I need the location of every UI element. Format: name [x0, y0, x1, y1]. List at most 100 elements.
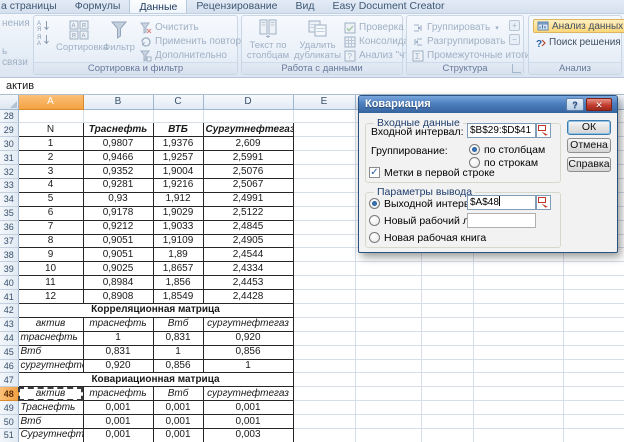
cell-B38[interactable]: 0,9051 [82, 247, 154, 263]
cell-D29[interactable]: Сургутнефтегаз [202, 122, 294, 138]
cell-D35[interactable]: 2,5122 [202, 205, 294, 221]
cell-C39[interactable]: 1,8657 [152, 261, 204, 277]
cell-A38[interactable]: 9 [17, 247, 84, 263]
cell-B37[interactable]: 0,9051 [82, 233, 154, 249]
cell-H43[interactable] [473, 317, 564, 332]
cell-A35[interactable]: 6 [17, 205, 84, 221]
matrix-title-correlation[interactable]: Корреляционная матрица [17, 302, 294, 318]
cell-B32[interactable]: 0,9352 [82, 164, 154, 179]
cell-I51[interactable] [563, 428, 624, 442]
row-header-47[interactable]: 47 [0, 372, 19, 388]
cell-C49[interactable]: 0,001 [152, 400, 204, 416]
cell-F51[interactable] [355, 428, 422, 442]
cell-A39[interactable]: 10 [17, 261, 84, 277]
cell-E45[interactable] [293, 345, 356, 360]
cell-E36[interactable] [293, 220, 356, 235]
cell-C29[interactable]: ВТБ [152, 122, 204, 138]
cell-C36[interactable]: 1,9033 [152, 219, 204, 235]
cell-G49[interactable] [421, 400, 474, 416]
cell-F50[interactable] [355, 414, 422, 429]
cell-B34[interactable]: 0,93 [82, 191, 154, 207]
cell-F49[interactable] [355, 400, 422, 416]
col-header-A[interactable]: A [18, 95, 84, 110]
cell-F41[interactable] [355, 289, 422, 304]
cell-B45[interactable]: 0,831 [82, 344, 154, 360]
cell-C51[interactable]: 0,001 [152, 427, 204, 442]
cell-C31[interactable]: 1,9257 [152, 150, 204, 166]
row-header-37[interactable]: 37 [0, 234, 19, 249]
cell-F45[interactable] [355, 345, 422, 360]
dialog-title-bar[interactable]: Ковариация ? ✕ [359, 96, 617, 113]
cell-C50[interactable]: 0,001 [152, 414, 204, 429]
cell-D44[interactable]: 0,920 [202, 330, 294, 346]
col-header-C[interactable]: C [153, 95, 204, 110]
row-header-34[interactable]: 34 [0, 192, 19, 207]
sort-desc-button[interactable]: ЯА [37, 33, 50, 49]
cell-B48[interactable]: траснефть [82, 386, 154, 402]
cell-C37[interactable]: 1,9109 [152, 233, 204, 249]
row-header-42[interactable]: 42 [0, 303, 19, 318]
cell-D51[interactable]: 0,003 [202, 427, 294, 442]
radio-new-worksheet[interactable] [369, 215, 380, 226]
cell-E41[interactable] [293, 289, 356, 304]
cell-A32[interactable]: 3 [17, 164, 84, 179]
output-range-field[interactable]: $A$48 [467, 195, 536, 210]
cell-H48[interactable] [473, 386, 564, 402]
cell-A30[interactable]: 1 [17, 136, 84, 152]
radio-new-workbook[interactable] [369, 232, 380, 243]
cell-B33[interactable]: 0,9281 [82, 177, 154, 193]
cell-E35[interactable] [293, 206, 356, 221]
formula-bar[interactable]: актив [0, 78, 624, 95]
cell-F40[interactable] [355, 275, 422, 291]
row-header-29[interactable]: 29 [0, 122, 19, 138]
cell-I49[interactable] [563, 400, 624, 416]
cell-A40[interactable]: 11 [17, 275, 84, 291]
cell-H39[interactable] [473, 261, 564, 277]
cell-F46[interactable] [355, 359, 422, 374]
row-header-49[interactable]: 49 [0, 400, 19, 416]
row-header-43[interactable]: 43 [0, 317, 19, 332]
cell-D50[interactable]: 0,001 [202, 414, 294, 429]
cell-G43[interactable] [421, 317, 474, 332]
cell-I45[interactable] [563, 345, 624, 360]
cell-F47[interactable] [355, 372, 422, 388]
cell-A29[interactable]: N [17, 122, 84, 138]
tab-данные[interactable]: Данные [129, 0, 188, 13]
tab-easy-document-creator[interactable]: Easy Document Creator [323, 0, 453, 13]
cell-D30[interactable]: 2,609 [202, 136, 294, 152]
cell-G46[interactable] [421, 359, 474, 374]
select-all-corner[interactable] [0, 95, 19, 110]
cell-I44[interactable] [563, 331, 624, 346]
reapply-button[interactable]: Применить повторно [140, 35, 252, 48]
row-header-30[interactable]: 30 [0, 136, 19, 152]
cell-D41[interactable]: 2,4428 [202, 289, 294, 304]
row-header-32[interactable]: 32 [0, 164, 19, 179]
tab-формулы[interactable]: Формулы [66, 0, 130, 13]
cell-B49[interactable]: 0,001 [82, 400, 154, 416]
cell-B50[interactable]: 0,001 [82, 414, 154, 429]
row-header-36[interactable]: 36 [0, 220, 19, 235]
cell-I41[interactable] [563, 289, 624, 304]
row-header-40[interactable]: 40 [0, 275, 19, 291]
tab-а-страницы[interactable]: а страницы [0, 0, 66, 13]
cell-A43[interactable]: актив [17, 316, 84, 332]
cell-G47[interactable] [421, 372, 474, 388]
cell-E39[interactable] [293, 261, 356, 277]
cell-I40[interactable] [563, 275, 624, 291]
cell-G51[interactable] [421, 428, 474, 442]
cell-G40[interactable] [421, 275, 474, 291]
cell-C46[interactable]: 0,856 [152, 358, 204, 374]
cell-I39[interactable] [563, 261, 624, 277]
cell-H45[interactable] [473, 345, 564, 360]
cell-B51[interactable]: 0,001 [82, 427, 154, 442]
show-detail-button[interactable]: + [509, 20, 520, 31]
row-header-50[interactable]: 50 [0, 414, 19, 429]
labels-first-row-checkbox[interactable]: ✓ [369, 167, 380, 178]
cell-B46[interactable]: 0,920 [82, 358, 154, 374]
row-header-35[interactable]: 35 [0, 206, 19, 221]
row-header-46[interactable]: 46 [0, 359, 19, 374]
text-to-columns-button[interactable]: Текст по столбцам [244, 18, 292, 64]
cell-D40[interactable]: 2,4453 [202, 275, 294, 291]
row-header-28[interactable]: 28 [0, 109, 19, 124]
cell-E40[interactable] [293, 275, 356, 291]
